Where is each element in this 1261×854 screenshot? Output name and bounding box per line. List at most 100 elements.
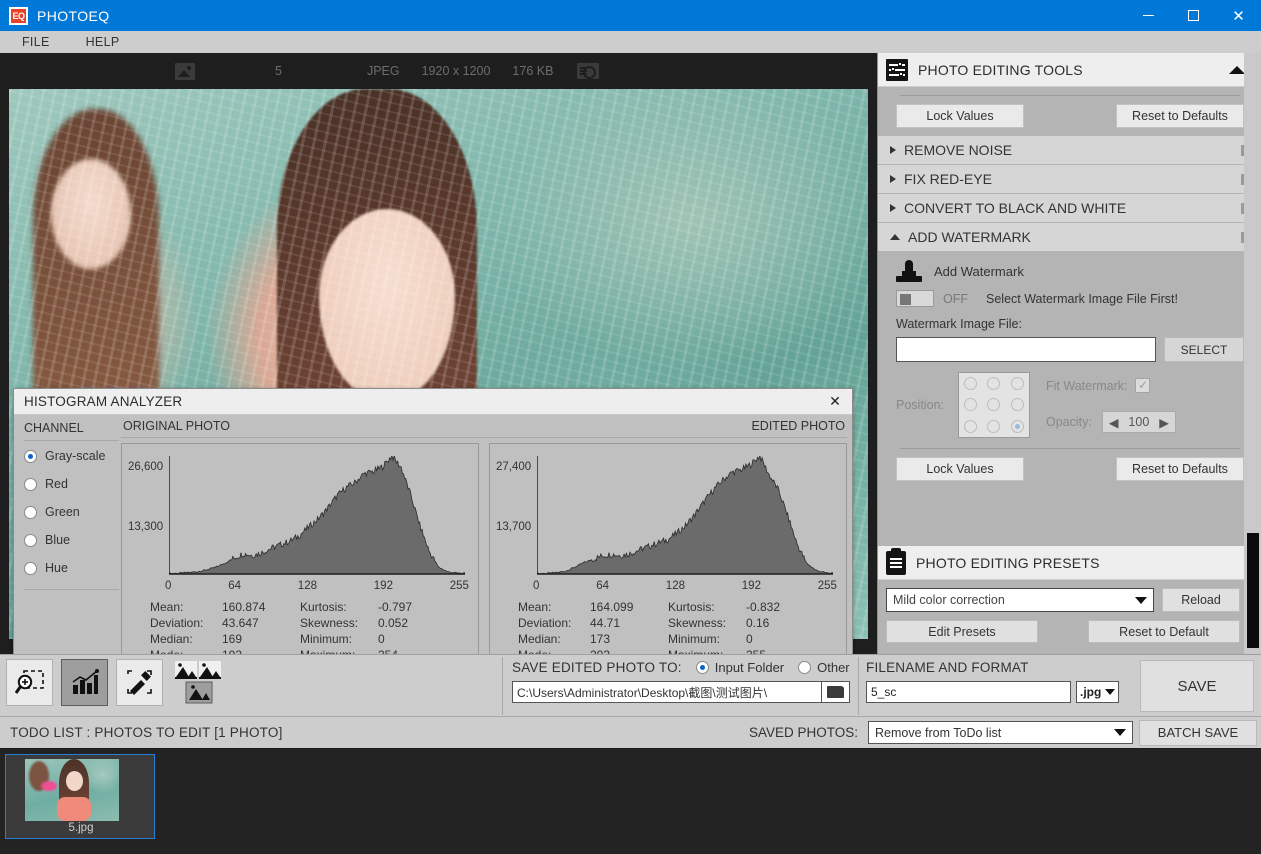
channel-selector: CHANNEL Gray-scale Red Green Blue Hue [14,415,119,658]
channel-option-gray-scale[interactable]: Gray-scale [24,443,119,469]
stat-value-mean: 164.099 [590,600,634,614]
watermark-file-input[interactable] [896,337,1156,362]
compare-view-tool-button[interactable] [171,659,226,706]
chevron-right-icon [890,175,896,183]
section-add-watermark[interactable]: ADD WATERMARK [878,223,1261,252]
two-images-icon [175,661,221,704]
photo-stage: 5 JPEG 1920 x 1200 176 KB EDITED PHOTO H… [0,53,877,701]
reset-to-default-button[interactable]: Reset to Default [1088,620,1240,643]
chevron-down-icon [1105,689,1115,695]
radio-icon-other[interactable] [798,661,812,674]
menu-item-help[interactable]: HELP [72,35,134,49]
section-convert-to-black-and-white[interactable]: CONVERT TO BLACK AND WHITE [878,194,1261,223]
edited-histogram-pane: 27,400 13,700 0 64 128 192 255 Mean: 164… [489,443,847,662]
radio-icon [24,449,37,463]
fit-watermark-checkbox[interactable]: ✓ [1135,378,1151,393]
watermark-position-grid[interactable] [958,372,1030,438]
position-middle-center[interactable] [987,398,1001,412]
histogram-dialog-body: CHANNEL Gray-scale Red Green Blue Hue OR… [14,415,852,662]
tool-buttons [6,659,226,706]
saved-photos-action-select[interactable]: Remove from ToDo list [868,721,1133,744]
scrollbar-thumb[interactable] [1247,533,1259,648]
channel-option-blue[interactable]: Blue [24,527,119,553]
preset-select[interactable]: Mild color correction [886,588,1154,612]
position-middle-right[interactable] [1010,398,1024,412]
position-top-right[interactable] [1010,377,1024,391]
watermark-hint: Select Watermark Image File First! [986,291,1178,306]
filename-input[interactable]: 5_sc [866,681,1071,703]
position-top-left[interactable] [964,377,978,391]
watermark-title: Add Watermark [934,263,1024,279]
todo-list-label: TODO LIST : PHOTOS TO EDIT [1 PHOTO] [10,725,283,740]
photo-editing-tools-header[interactable]: PHOTO EDITING TOOLS [878,53,1261,87]
channel-label: Gray-scale [45,449,106,463]
stat-label-skewness: Skewness: [300,616,359,630]
x-tick: 128 [297,580,317,592]
todo-list-item[interactable]: 5.jpg [5,754,155,839]
format-value: .jpg [1080,685,1102,699]
x-tick: 64 [596,580,609,592]
save-option-input-folder[interactable]: Input Folder [715,660,784,675]
histogram-close-icon[interactable]: ✕ [824,393,846,410]
caret-up-icon[interactable] [1229,65,1245,74]
watermark-lock-values-button[interactable]: Lock Values [896,457,1024,481]
channel-header: CHANNEL [24,421,119,441]
opacity-increase-icon[interactable]: ▶ [1159,415,1169,430]
minimize-button[interactable] [1126,0,1171,31]
histogram-chart-headers: ORIGINAL PHOTO EDITED PHOTO [121,419,847,437]
right-panel-scrollbar[interactable] [1244,53,1261,654]
position-bottom-right[interactable] [1010,419,1024,433]
stat-label-kurtosis: Kurtosis: [300,600,347,614]
position-bottom-center[interactable] [987,419,1001,433]
opacity-value: 100 [1128,415,1150,429]
presets-header[interactable]: PHOTO EDITING PRESETS [878,546,1261,580]
original-histogram-pane: 26,600 13,300 0 64 128 192 255 Mean: 160… [121,443,479,662]
opacity-decrease-icon[interactable]: ◀ [1109,415,1119,430]
edited-y-top-label: 27,400 [496,461,532,473]
position-top-center[interactable] [987,377,1001,391]
maximize-button[interactable] [1171,0,1216,31]
channel-label: Hue [45,561,68,575]
edit-presets-button[interactable]: Edit Presets [886,620,1038,643]
edited-stats: Mean: 164.099 Kurtosis: -0.832 Deviation… [518,600,838,662]
window-controls: ✕ [1126,0,1261,31]
position-middle-left[interactable] [964,398,978,412]
x-tick: 255 [817,580,837,592]
zoom-select-tool-button[interactable] [6,659,53,706]
color-picker-tool-button[interactable] [116,659,163,706]
section-fix-red-eye[interactable]: FIX RED-EYE [878,165,1261,194]
lock-values-button[interactable]: Lock Values [896,104,1024,128]
save-option-other[interactable]: Other [817,660,850,675]
radio-icon-input-folder[interactable] [695,661,709,674]
watermark-reset-defaults-button[interactable]: Reset to Defaults [1116,457,1244,481]
output-path-input[interactable]: C:\Users\Administrator\Desktop\截图\测试图片\ [512,681,822,703]
edited-photo-header: EDITED PHOTO [751,419,845,433]
bar-chart-icon [72,668,99,694]
section-remove-noise[interactable]: REMOVE NOISE [878,136,1261,165]
opacity-row: Opacity: ◀ 100 ▶ [1046,411,1244,433]
save-destination-row: SAVE EDITED PHOTO TO: Input Folder Other [512,660,850,675]
channel-option-green[interactable]: Green [24,499,119,525]
watermark-settings: Add Watermark OFF Select Watermark Image… [878,252,1261,491]
browse-folder-button[interactable] [822,681,850,703]
channel-option-hue[interactable]: Hue [24,555,119,581]
format-select[interactable]: .jpg [1076,681,1119,703]
watermark-select-button[interactable]: SELECT [1164,337,1244,362]
section-label: CONVERT TO BLACK AND WHITE [904,200,1127,216]
channel-option-red[interactable]: Red [24,471,119,497]
batch-save-button[interactable]: BATCH SAVE [1139,719,1257,746]
histogram-tool-button[interactable] [61,659,108,706]
reset-to-defaults-button[interactable]: Reset to Defaults [1116,104,1244,128]
thumb-detail [41,781,57,791]
folder-icon [827,686,844,698]
chevron-down-icon [1114,729,1126,736]
position-bottom-left[interactable] [964,419,978,433]
close-button[interactable]: ✕ [1216,0,1261,31]
opacity-stepper[interactable]: ◀ 100 ▶ [1101,411,1176,433]
save-button[interactable]: SAVE [1140,660,1254,712]
menu-item-file[interactable]: FILE [8,35,64,49]
reload-presets-button[interactable]: Reload [1162,588,1240,612]
watermark-toggle[interactable] [896,290,934,307]
preset-selected-value: Mild color correction [893,593,1005,607]
camera-info-icon[interactable] [577,63,600,79]
